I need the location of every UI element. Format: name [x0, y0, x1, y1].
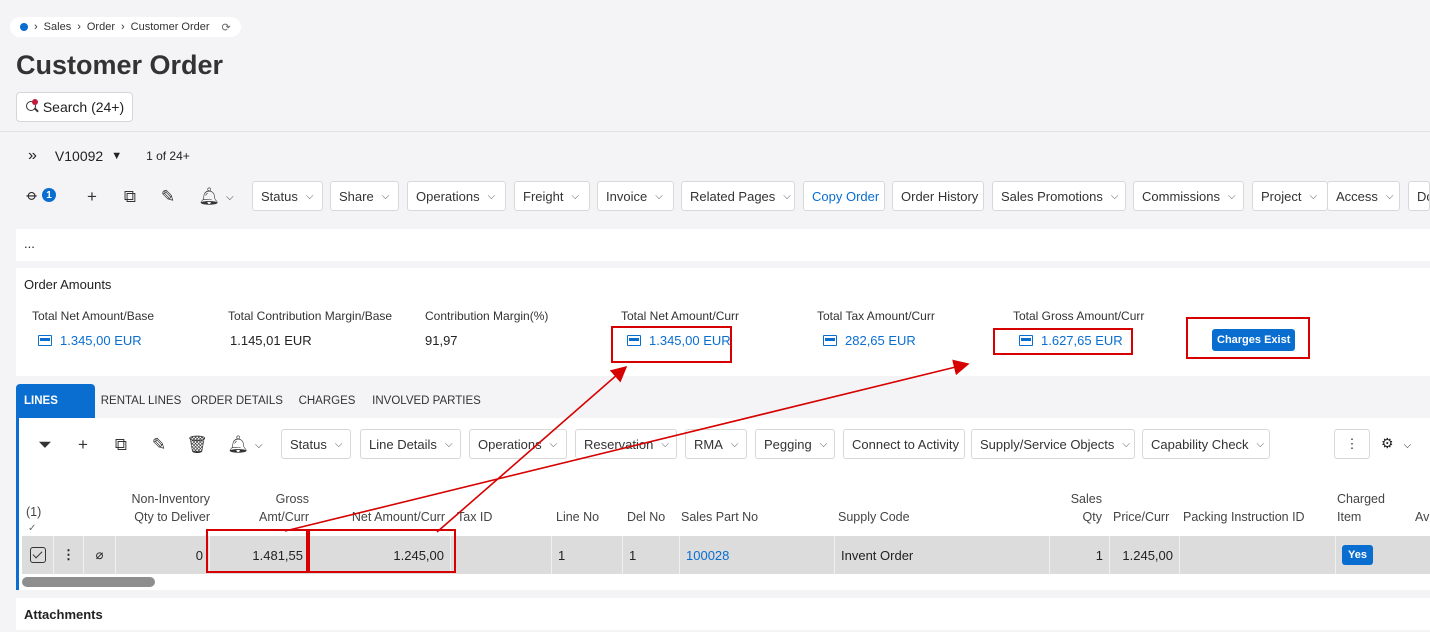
- arrow-gross-amount: [284, 359, 970, 532]
- arrow-net-amount: [436, 365, 628, 533]
- annotation-arrows: [284, 359, 970, 533]
